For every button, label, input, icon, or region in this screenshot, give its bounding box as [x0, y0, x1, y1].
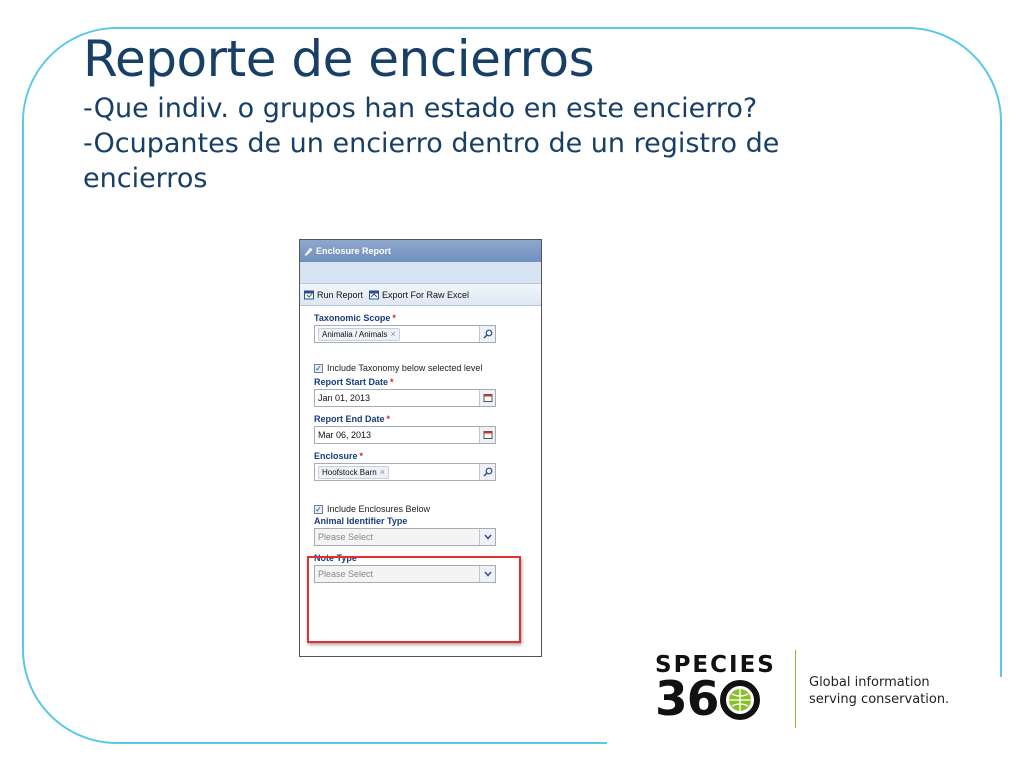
end-date-label: Report End Date *	[314, 414, 391, 424]
include-enclosures-checkbox[interactable]: ✓ Include Enclosures Below	[314, 504, 496, 514]
include-enclosures-label: Include Enclosures Below	[327, 504, 431, 514]
taxonomic-scope-label: Taxonomic Scope *	[314, 313, 396, 323]
report-icon	[304, 246, 313, 255]
run-report-label: Run Report	[317, 289, 364, 300]
slide-subtitle-line-1: -Que indiv. o grupos han estado en este …	[83, 93, 758, 124]
identifier-type-label: Animal Identifier Type	[314, 516, 408, 526]
toolbar: Run Report Export For Raw Excel	[300, 284, 541, 306]
export-excel-label: Export For Raw Excel	[382, 289, 470, 300]
logo-tagline: Global information serving conservation.	[809, 675, 950, 707]
species360-logo: SPECIES 36	[655, 653, 776, 723]
logo-divider	[795, 650, 796, 728]
slide-subtitle-line-3: encierros	[83, 163, 208, 194]
export-excel-button[interactable]: Export For Raw Excel	[369, 290, 469, 300]
identifier-type-placeholder: Please Select	[318, 532, 374, 542]
start-date-label: Report Start Date *	[314, 377, 394, 387]
enclosure-input[interactable]: Hoofstock Barn ×	[314, 463, 496, 481]
remove-tag-icon[interactable]: ×	[380, 467, 385, 477]
include-taxonomy-label: Include Taxonomy below selected level	[327, 363, 483, 373]
checkbox-checked-icon[interactable]: ✓	[314, 505, 323, 514]
export-excel-icon	[369, 290, 380, 299]
highlight-box	[307, 556, 521, 643]
start-date-value: Jan 01, 2013	[318, 393, 371, 403]
logo-number: 36	[655, 676, 776, 723]
end-date-input[interactable]: Mar 06, 2013	[314, 426, 496, 444]
taxonomic-scope-input[interactable]: Animalia / Animals ×	[314, 325, 496, 343]
checkbox-checked-icon[interactable]: ✓	[314, 364, 323, 373]
slide-subtitle-line-2: -Ocupantes de un encierro dentro de un r…	[83, 128, 780, 159]
panel-title: Enclosure Report	[316, 246, 392, 256]
report-form: Taxonomic Scope * Animalia / Animals × ✓ I…	[300, 306, 541, 583]
calendar-icon[interactable]	[479, 390, 495, 406]
chevron-down-icon[interactable]	[479, 529, 495, 545]
run-report-button[interactable]: Run Report	[304, 290, 363, 300]
calendar-icon[interactable]	[479, 427, 495, 443]
panel-band	[300, 262, 541, 284]
run-report-icon	[304, 290, 314, 299]
remove-tag-icon[interactable]: ×	[390, 329, 395, 339]
globe-icon	[720, 680, 761, 720]
enclosure-label: Enclosure *	[314, 451, 364, 461]
search-icon[interactable]	[479, 464, 495, 480]
slide-title: Reporte de encierros	[83, 30, 595, 88]
search-icon[interactable]	[479, 326, 495, 342]
panel-header: Enclosure Report	[300, 240, 541, 262]
include-taxonomy-checkbox[interactable]: ✓ Include Taxonomy below selected level	[314, 363, 496, 373]
taxonomic-scope-tag: Animalia / Animals ×	[318, 327, 400, 341]
identifier-type-select[interactable]: Please Select	[314, 528, 496, 546]
enclosure-tag: Hoofstock Barn ×	[318, 465, 389, 479]
end-date-value: Mar 06, 2013	[318, 430, 372, 440]
start-date-input[interactable]: Jan 01, 2013	[314, 389, 496, 407]
